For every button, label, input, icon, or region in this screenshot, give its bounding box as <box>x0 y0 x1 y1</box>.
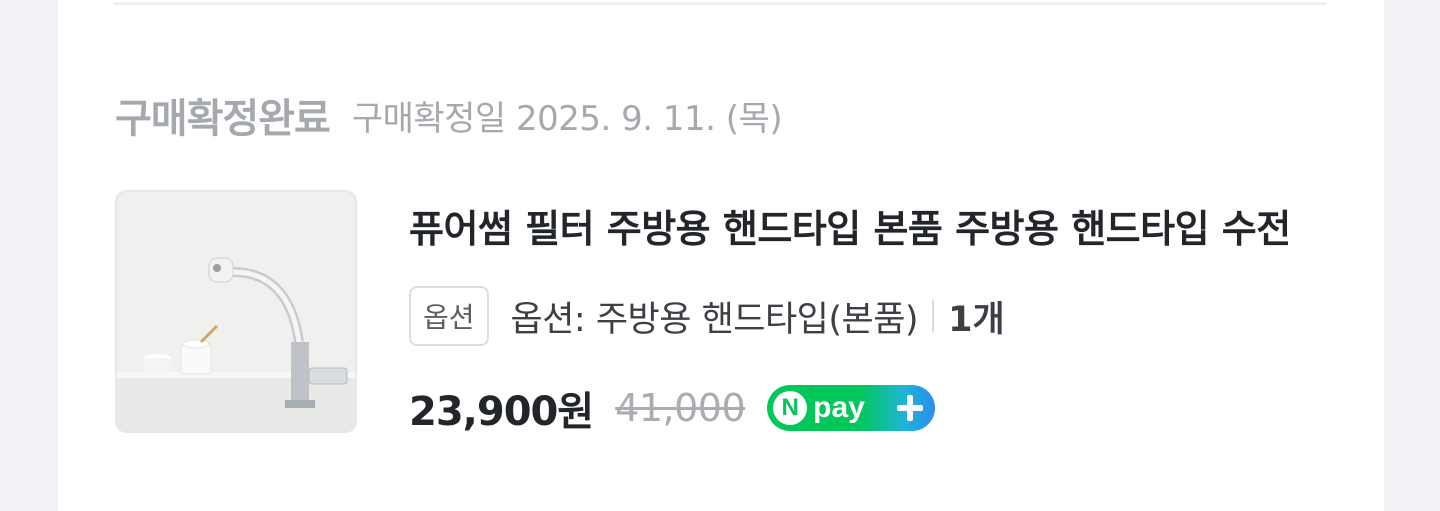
status-date: 구매확정일 2025. 9. 11. (목) <box>351 98 783 139</box>
plus-icon <box>895 393 925 423</box>
sale-price: 23,900원 <box>409 389 594 435</box>
npay-label: pay <box>813 391 865 424</box>
status-title: 구매확정완료 <box>115 96 331 142</box>
product-image[interactable] <box>115 190 357 433</box>
price-row: 23,900원 41,000 N pay <box>409 378 936 438</box>
product-name[interactable]: 퓨어썸 필터 주방용 핸드타입 본품 주방용 핸드타입 수전 <box>409 198 1299 253</box>
faucet-image-icon <box>117 192 355 431</box>
option-badge: 옵션 <box>409 286 489 346</box>
order-card: 구매확정완료 구매확정일 2025. 9. 11. (목) 퓨어썸 필터 주방용… <box>58 0 1384 511</box>
original-price: 41,000 <box>615 386 746 430</box>
option-row: 옵션 옵션: 주방용 핸드타입(본품) 1개 <box>409 284 1005 348</box>
option-text: 옵션: 주방용 핸드타입(본품) <box>510 299 919 340</box>
npay-n-icon: N <box>773 391 808 425</box>
npay-plus-badge: N pay <box>767 385 936 431</box>
separator <box>932 300 935 332</box>
order-status-row: 구매확정완료 구매확정일 2025. 9. 11. (목) <box>115 80 783 150</box>
divider <box>114 2 1326 5</box>
quantity: 1개 <box>948 299 1005 340</box>
